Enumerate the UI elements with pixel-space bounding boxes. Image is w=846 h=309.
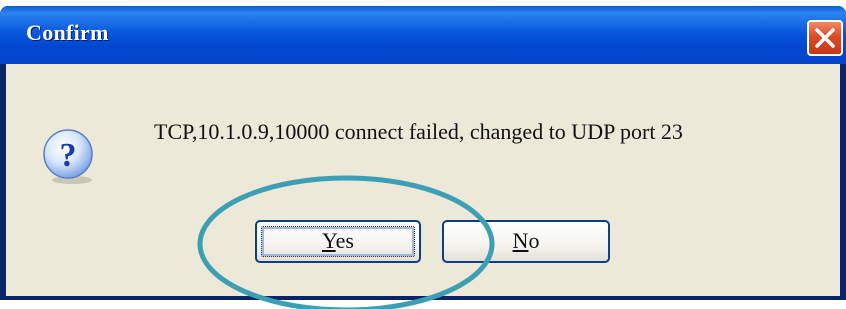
no-accelerator: N (512, 228, 529, 253)
dialog-message: TCP,10.1.0.9,10000 connect failed, chang… (154, 119, 683, 144)
close-icon (815, 28, 835, 48)
confirm-dialog: Confirm ? TCP,10.1.0.9,10000 connect fai… (0, 6, 846, 300)
yes-accelerator: Y (321, 228, 336, 253)
title-bar[interactable]: Confirm (0, 6, 846, 64)
no-label: o (528, 228, 540, 253)
yes-button[interactable]: Yes (255, 220, 421, 263)
dialog-body: ? TCP,10.1.0.9,10000 connect failed, cha… (6, 64, 840, 296)
dialog-title: Confirm (26, 20, 109, 45)
screenshot-stage: Confirm ? TCP,10.1.0.9,10000 connect fai… (0, 0, 846, 309)
question-icon: ? (43, 129, 93, 184)
yes-label: es (335, 228, 354, 253)
no-button[interactable]: No (442, 220, 610, 263)
svg-text:?: ? (60, 137, 77, 174)
close-button[interactable] (807, 20, 843, 56)
